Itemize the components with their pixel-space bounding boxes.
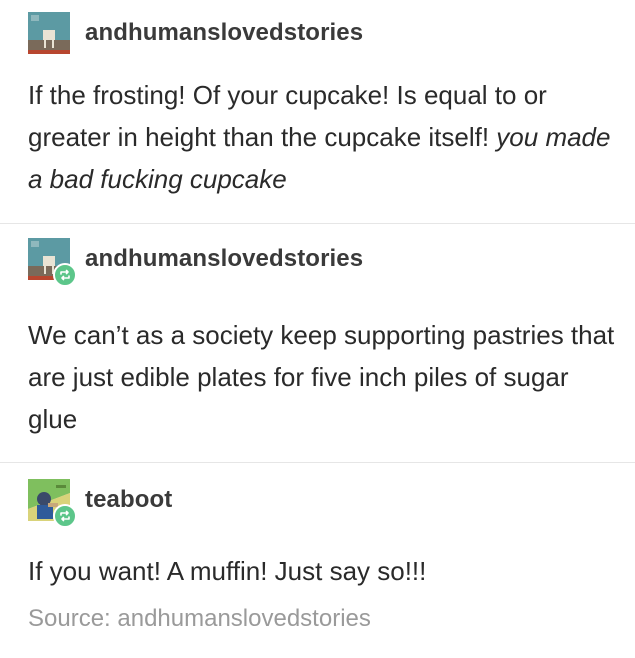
post-body: We can’t as a society keep supporting pa… <box>28 320 615 434</box>
avatar[interactable] <box>28 12 70 54</box>
post-body: If the frosting! Of your cupcake! Is equ… <box>28 74 617 200</box>
post-header: andhumanslovedstories <box>28 238 363 287</box>
avatar-container[interactable] <box>28 238 77 287</box>
avatar-container[interactable] <box>28 12 70 54</box>
source-link[interactable]: Source: andhumanslovedstories <box>28 605 371 633</box>
username[interactable]: andhumanslovedstories <box>85 245 363 273</box>
username[interactable]: andhumanslovedstories <box>85 19 363 47</box>
reblog-badge <box>53 263 77 287</box>
post-2: andhumanslovedstories We can’t as a soci… <box>0 224 635 463</box>
reblog-icon <box>60 510 70 522</box>
post-header: andhumanslovedstories <box>28 12 363 54</box>
avatar-container[interactable] <box>28 479 77 528</box>
reblog-icon <box>60 269 70 281</box>
post-1: andhumanslovedstories If the frosting! O… <box>0 0 635 224</box>
post-header: teaboot <box>28 479 172 528</box>
post-3: teaboot If you want! A muffin! Just say … <box>0 463 635 658</box>
username[interactable]: teaboot <box>85 486 172 514</box>
reblog-badge <box>53 504 77 528</box>
post-body: If you want! A muffin! Just say so!!! <box>28 556 427 586</box>
post-body-text: If the frosting! Of your cupcake! Is equ… <box>28 80 547 152</box>
